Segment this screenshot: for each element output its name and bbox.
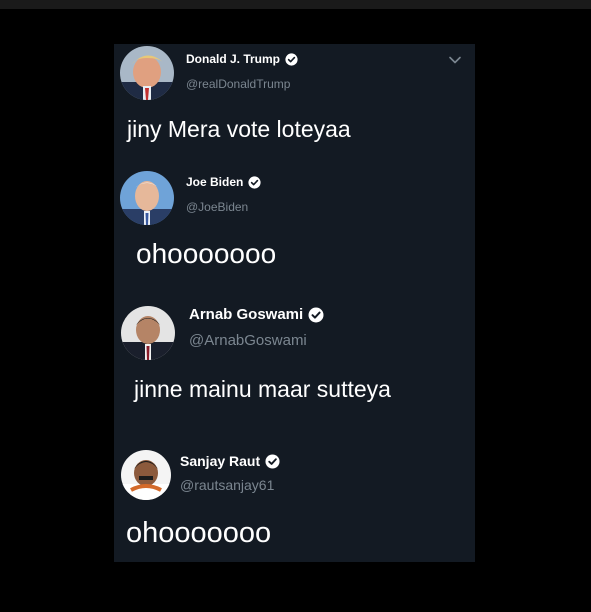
top-border xyxy=(0,0,591,9)
tweet-text: jiny Mera vote loteyaa xyxy=(127,116,351,142)
verified-badge-icon xyxy=(248,175,261,189)
verified-badge-icon xyxy=(285,52,298,66)
handle[interactable]: @ArnabGoswami xyxy=(189,332,307,349)
tweet-trump[interactable]: Donald J. Trump @realDonaldTrump jiny Me… xyxy=(114,44,475,168)
display-name-row[interactable]: Joe Biden xyxy=(186,175,261,189)
avatar[interactable] xyxy=(121,450,171,500)
display-name[interactable]: Donald J. Trump xyxy=(186,52,280,66)
display-name-row[interactable]: Arnab Goswami xyxy=(189,306,324,323)
display-name[interactable]: Sanjay Raut xyxy=(180,453,260,469)
display-name[interactable]: Arnab Goswami xyxy=(189,306,303,323)
tweet-text: ohooooooo xyxy=(126,517,272,549)
handle[interactable]: @rautsanjay61 xyxy=(180,477,274,493)
screenshot-frame: Donald J. Trump @realDonaldTrump jiny Me… xyxy=(0,0,591,612)
avatar[interactable] xyxy=(120,46,174,100)
display-name-row[interactable]: Donald J. Trump xyxy=(186,52,298,66)
avatar[interactable] xyxy=(120,171,174,225)
chevron-down-icon[interactable] xyxy=(447,52,463,68)
tweet-text: ohooooooo xyxy=(136,238,277,269)
tweet-biden[interactable]: Joe Biden @JoeBiden ohooooooo xyxy=(114,168,475,292)
verified-badge-icon xyxy=(308,307,324,323)
display-name[interactable]: Joe Biden xyxy=(186,175,243,189)
handle[interactable]: @realDonaldTrump xyxy=(186,77,290,91)
handle[interactable]: @JoeBiden xyxy=(186,200,248,214)
tweet-collage-card: Donald J. Trump @realDonaldTrump jiny Me… xyxy=(114,44,475,562)
display-name-row[interactable]: Sanjay Raut xyxy=(180,453,280,469)
avatar[interactable] xyxy=(121,306,175,360)
verified-badge-icon xyxy=(265,453,280,469)
tweet-arnab[interactable]: Arnab Goswami @ArnabGoswami jinne mainu … xyxy=(114,292,475,432)
tweet-sanjay[interactable]: Sanjay Raut @rautsanjay61 ohooooooo xyxy=(114,432,475,562)
tweet-text: jinne mainu maar sutteya xyxy=(134,376,391,402)
